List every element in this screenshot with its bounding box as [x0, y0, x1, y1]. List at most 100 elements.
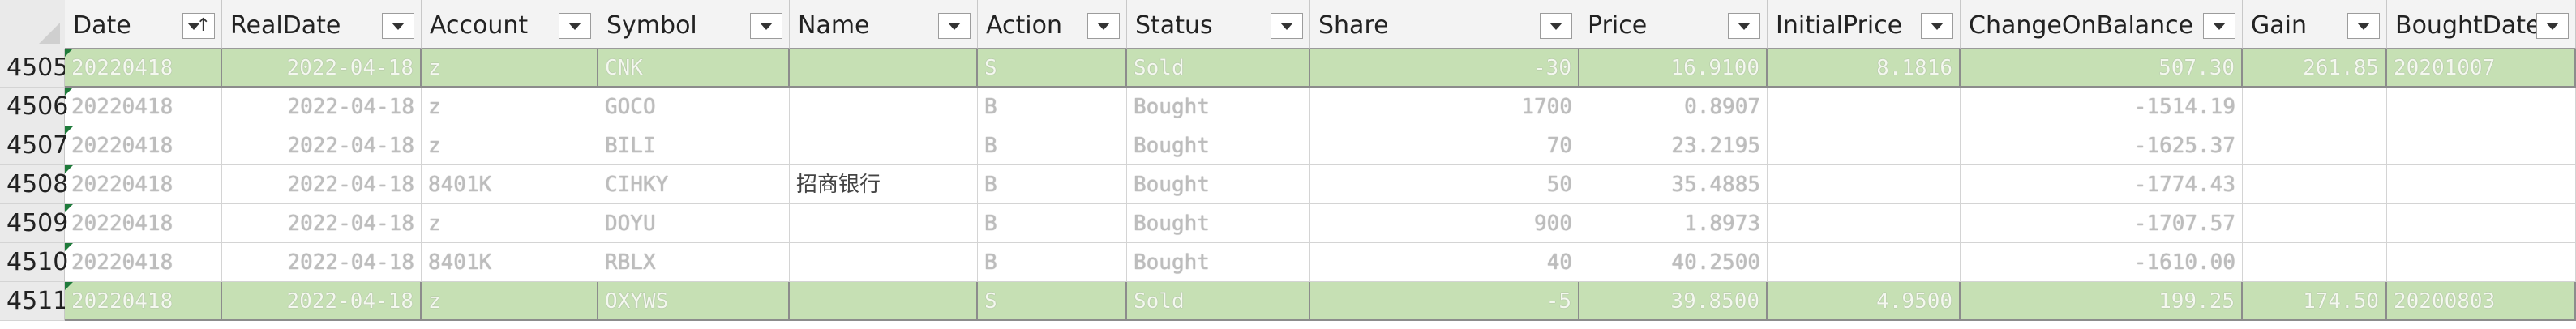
cell-share[interactable]: -30	[1310, 49, 1579, 88]
cell-gain[interactable]: 261.85	[2243, 49, 2387, 88]
cell-action[interactable]: S	[978, 282, 1127, 321]
filter-dropdown-button[interactable]	[938, 13, 971, 39]
cell-realdate[interactable]: 2022-04-18	[222, 165, 422, 204]
cell-changeonbalance[interactable]: 199.25	[1961, 282, 2243, 321]
cell-status[interactable]: Bought	[1127, 88, 1310, 126]
cell-price[interactable]: 16.9100	[1579, 49, 1768, 88]
row-number[interactable]: 4506	[0, 88, 68, 126]
cell-realdate[interactable]: 2022-04-18	[222, 88, 422, 126]
cell-name[interactable]	[790, 243, 978, 282]
cell-realdate[interactable]: 2022-04-18	[222, 243, 422, 282]
cell-account[interactable]: 8401K	[422, 243, 598, 282]
filter-dropdown-button[interactable]	[382, 13, 414, 39]
cell-initialprice[interactable]: 8.1816	[1768, 49, 1961, 88]
cell-initialprice[interactable]	[1768, 204, 1961, 243]
cell-action[interactable]: B	[978, 165, 1127, 204]
cell-symbol[interactable]: RBLX	[598, 243, 790, 282]
cell-action[interactable]: B	[978, 204, 1127, 243]
cell-gain[interactable]	[2243, 243, 2387, 282]
cell-boughtdate[interactable]	[2387, 126, 2576, 165]
cell-share[interactable]: 70	[1310, 126, 1579, 165]
cell-account[interactable]: 8401K	[422, 165, 598, 204]
filter-dropdown-button[interactable]	[559, 13, 591, 39]
cell-gain[interactable]	[2243, 204, 2387, 243]
cell-initialprice[interactable]	[1768, 243, 1961, 282]
cell-price[interactable]: 0.8907	[1579, 88, 1768, 126]
filter-dropdown-button[interactable]	[1540, 13, 1572, 39]
cell-boughtdate[interactable]	[2387, 204, 2576, 243]
column-header-account[interactable]: Account	[422, 0, 598, 49]
cell-changeonbalance[interactable]: -1625.37	[1961, 126, 2243, 165]
cell-initialprice[interactable]	[1768, 88, 1961, 126]
filter-dropdown-button[interactable]	[1921, 13, 1953, 39]
row-number[interactable]: 4511	[0, 282, 68, 321]
cell-changeonbalance[interactable]: -1514.19	[1961, 88, 2243, 126]
column-header-realdate[interactable]: RealDate	[222, 0, 422, 49]
column-header-date[interactable]: Date ↑	[65, 0, 222, 49]
cell-gain[interactable]: 174.50	[2243, 282, 2387, 321]
cell-status[interactable]: Bought	[1127, 243, 1310, 282]
cell-status[interactable]: Sold	[1127, 49, 1310, 88]
cell-name[interactable]	[790, 49, 978, 88]
cell-gain[interactable]	[2243, 126, 2387, 165]
cell-date[interactable]: 20220418	[65, 165, 222, 204]
filter-dropdown-button[interactable]	[750, 13, 782, 39]
column-header-changeonbalance[interactable]: ChangeOnBalance	[1961, 0, 2243, 49]
cell-symbol[interactable]: OXYWS	[598, 282, 790, 321]
cell-name[interactable]	[790, 126, 978, 165]
cell-realdate[interactable]: 2022-04-18	[222, 126, 422, 165]
cell-boughtdate[interactable]	[2387, 165, 2576, 204]
cell-status[interactable]: Bought	[1127, 126, 1310, 165]
filter-dropdown-button[interactable]	[2347, 13, 2380, 39]
cell-action[interactable]: B	[978, 88, 1127, 126]
cell-name[interactable]	[790, 88, 978, 126]
filter-dropdown-button[interactable]	[1271, 13, 1303, 39]
cell-account[interactable]: z	[422, 204, 598, 243]
cell-account[interactable]: z	[422, 49, 598, 88]
cell-initialprice[interactable]	[1768, 165, 1961, 204]
cell-account[interactable]: z	[422, 126, 598, 165]
cell-name[interactable]	[790, 204, 978, 243]
filter-dropdown-button[interactable]	[2536, 13, 2569, 39]
cell-changeonbalance[interactable]: -1707.57	[1961, 204, 2243, 243]
cell-date[interactable]: 20220418	[65, 243, 222, 282]
column-header-action[interactable]: Action	[978, 0, 1127, 49]
cell-boughtdate[interactable]	[2387, 243, 2576, 282]
column-header-status[interactable]: Status	[1127, 0, 1310, 49]
cell-name[interactable]	[790, 282, 978, 321]
cell-gain[interactable]	[2243, 88, 2387, 126]
cell-boughtdate[interactable]: 20201007	[2387, 49, 2576, 88]
cell-date[interactable]: 20220418	[65, 204, 222, 243]
column-header-initialprice[interactable]: InitialPrice	[1768, 0, 1961, 49]
cell-realdate[interactable]: 2022-04-18	[222, 49, 422, 88]
row-number[interactable]: 4507	[0, 126, 68, 165]
cell-share[interactable]: 50	[1310, 165, 1579, 204]
row-number[interactable]: 4508	[0, 165, 68, 204]
cell-account[interactable]: z	[422, 282, 598, 321]
column-header-share[interactable]: Share	[1310, 0, 1579, 49]
cell-symbol[interactable]: DOYU	[598, 204, 790, 243]
column-header-boughtdate[interactable]: BoughtDate	[2387, 0, 2576, 49]
cell-symbol[interactable]: GOCO	[598, 88, 790, 126]
cell-boughtdate[interactable]: 20200803	[2387, 282, 2576, 321]
cell-date[interactable]: 20220418	[65, 88, 222, 126]
cell-boughtdate[interactable]	[2387, 88, 2576, 126]
cell-price[interactable]: 40.2500	[1579, 243, 1768, 282]
cell-realdate[interactable]: 2022-04-18	[222, 282, 422, 321]
filter-dropdown-button[interactable]	[2203, 13, 2235, 39]
cell-changeonbalance[interactable]: -1610.00	[1961, 243, 2243, 282]
cell-status[interactable]: Bought	[1127, 204, 1310, 243]
cell-share[interactable]: -5	[1310, 282, 1579, 321]
filter-dropdown-button[interactable]	[1087, 13, 1120, 39]
cell-account[interactable]: z	[422, 88, 598, 126]
cell-gain[interactable]	[2243, 165, 2387, 204]
row-number[interactable]: 4505	[0, 49, 68, 88]
filter-dropdown-button[interactable]: ↑	[182, 13, 215, 39]
cell-date[interactable]: 20220418	[65, 126, 222, 165]
cell-price[interactable]: 39.8500	[1579, 282, 1768, 321]
cell-initialprice[interactable]: 4.9500	[1768, 282, 1961, 321]
cell-price[interactable]: 35.4885	[1579, 165, 1768, 204]
cell-action[interactable]: S	[978, 49, 1127, 88]
cell-status[interactable]: Bought	[1127, 165, 1310, 204]
cell-symbol[interactable]: CNK	[598, 49, 790, 88]
